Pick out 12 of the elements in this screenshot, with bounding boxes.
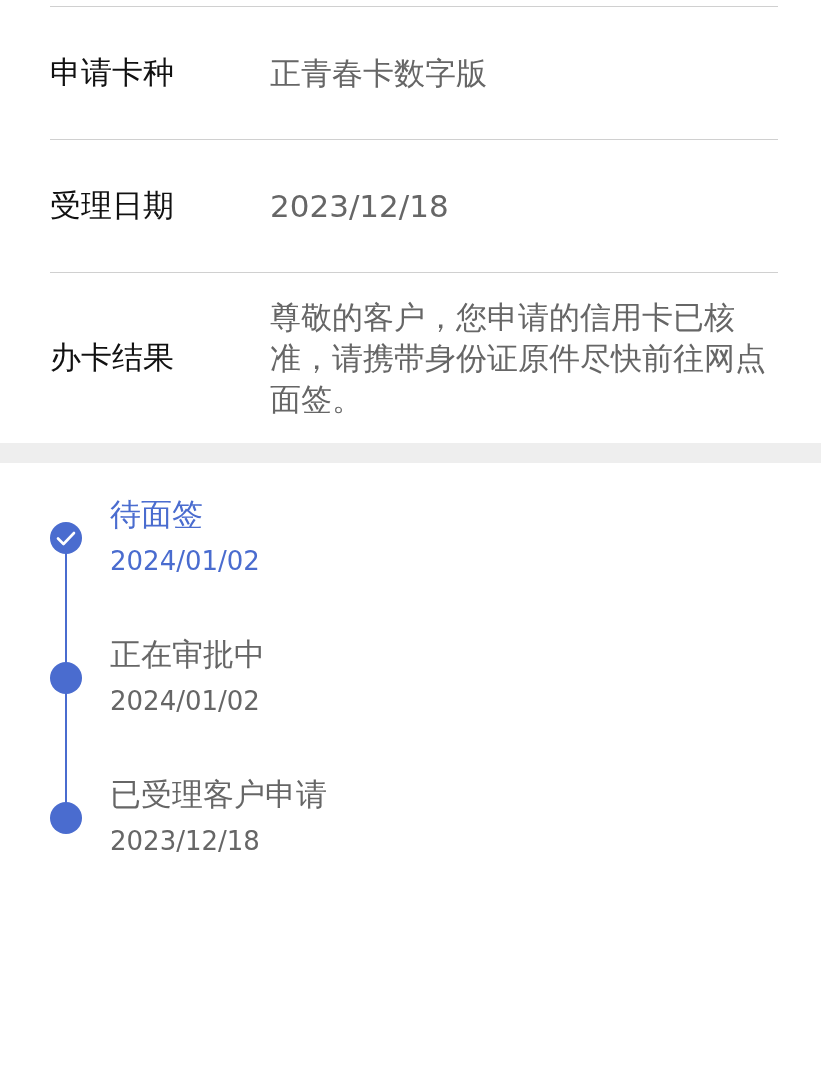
step-title: 已受理客户申请 [110, 775, 327, 814]
step-date: 2024/01/02 [110, 545, 260, 578]
field-value: 尊敬的客户，您申请的信用卡已核准，请携带身份证原件尽快前往网点面签。 [270, 297, 766, 419]
step-date: 2023/12/18 [110, 825, 261, 858]
step-date: 2024/01/02 [110, 685, 261, 718]
field-value: 2023/12/18 [270, 186, 450, 226]
field-label: 受理日期 [50, 186, 175, 225]
step-title: 待面签 [110, 495, 204, 534]
field-label: 办卡结果 [50, 338, 175, 377]
field-label: 申请卡种 [50, 53, 175, 92]
step-title: 正在审批中 [110, 635, 265, 674]
field-value: 正青春卡数字版 [270, 53, 488, 93]
